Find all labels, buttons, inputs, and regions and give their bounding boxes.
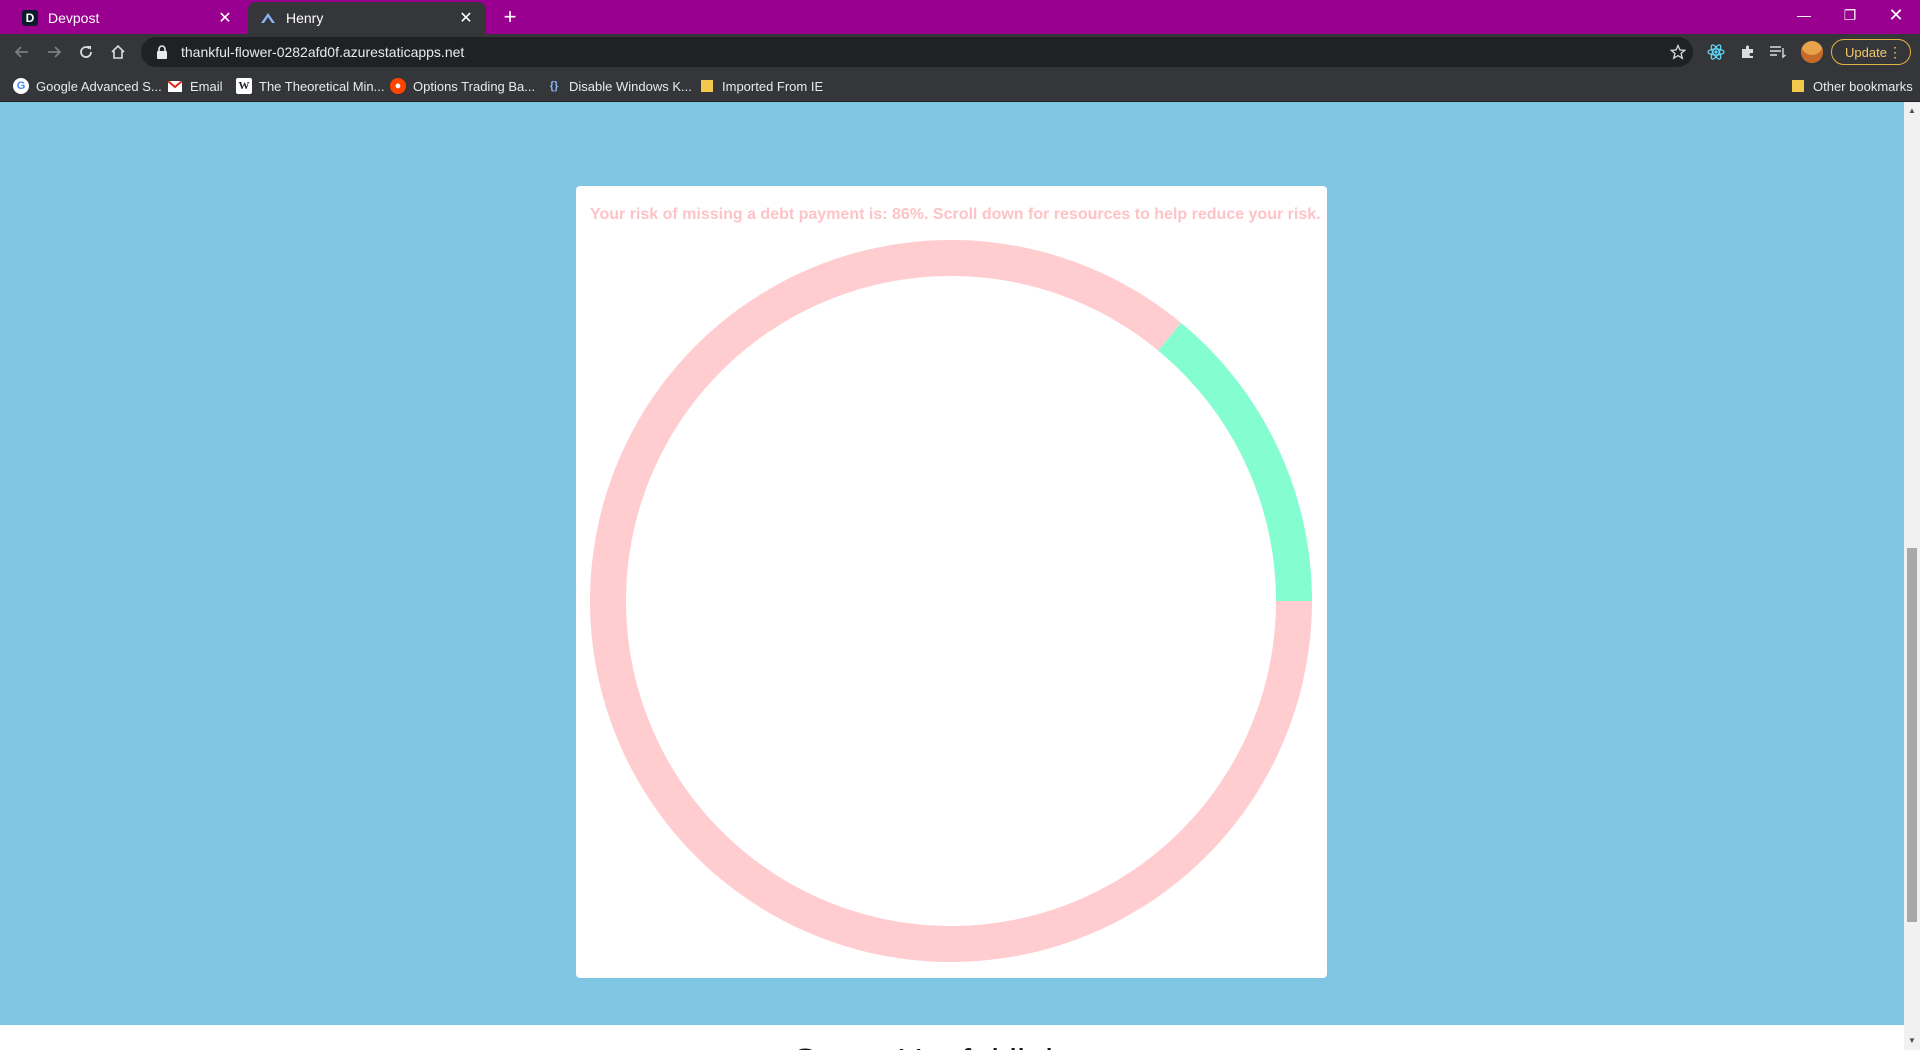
lock-icon [155,45,169,59]
useful-links-heading: Some Useful links [793,1041,1081,1050]
close-icon[interactable]: ✕ [217,8,233,28]
google-icon: G [13,78,29,94]
profile-avatar[interactable] [1801,41,1823,63]
extensions-puzzle-icon[interactable] [1736,40,1760,64]
folder-icon [699,78,715,94]
risk-donut-chart [589,239,1312,962]
bookmark-label: Imported From IE [722,78,824,94]
url-text: thankful-flower-0282afd0f.azurestaticapp… [181,44,465,60]
page-viewport: Your risk of missing a debt payment is: … [0,102,1904,1050]
tab-title: Devpost [48,10,100,26]
restore-button[interactable]: ❐ [1827,0,1873,30]
close-window-button[interactable]: ✕ [1873,0,1919,30]
address-bar[interactable]: thankful-flower-0282afd0f.azurestaticapp… [141,37,1693,67]
bracket-icon: {} [549,80,559,92]
forward-arrow-icon [48,46,62,58]
forward-button[interactable] [40,38,68,66]
scrollbar-thumb[interactable] [1907,548,1917,922]
other-bookmarks[interactable]: Other bookmarks [1790,76,1913,96]
tab-title: Henry [286,10,324,26]
update-label: Update [1845,44,1887,60]
back-button[interactable] [8,38,36,66]
close-icon[interactable]: ✕ [458,8,474,28]
bookmark-imported-from-ie[interactable]: Imported From IE [699,76,823,96]
page-scrollbar[interactable]: ▲ ▼ [1904,102,1920,1050]
tab-henry[interactable]: Henry ✕ [248,2,486,34]
reading-list-icon[interactable] [1766,40,1790,64]
scroll-down-arrow-icon[interactable]: ▼ [1907,1036,1917,1046]
menu-dots-icon: ⋮ [1888,44,1902,60]
bookmark-label: Email [190,78,223,94]
other-bookmarks-label: Other bookmarks [1813,78,1913,94]
risk-card: Your risk of missing a debt payment is: … [576,186,1327,978]
browser-toolbar: thankful-flower-0282afd0f.azurestaticapp… [0,34,1920,70]
donut-slice-1[interactable] [1158,322,1312,601]
reddit-icon: ● [390,78,406,94]
useful-links-section: Some Useful links [0,1025,1904,1050]
bookmark-google-advanced[interactable]: G Google Advanced S... [13,76,162,96]
folder-icon [1790,78,1806,94]
bookmark-options-trading[interactable]: ● Options Trading Ba... [390,76,535,96]
bookmark-label: Google Advanced S... [36,78,162,94]
home-button[interactable] [104,38,132,66]
bookmarks-bar: G Google Advanced S... Email W The Theor… [0,70,1920,102]
bookmark-star-icon[interactable] [1663,44,1693,60]
home-icon [111,44,125,59]
bookmark-label: Disable Windows K... [569,78,692,94]
update-button[interactable]: Update ⋮ [1831,39,1911,65]
gmail-icon [167,78,183,94]
tab-devpost[interactable]: D Devpost ✕ [10,2,245,34]
react-devtools-icon[interactable] [1704,40,1728,64]
devpost-d-icon: D [22,10,38,26]
back-arrow-icon [14,46,28,58]
bookmark-label: The Theoretical Min... [259,78,385,94]
reload-button[interactable] [72,38,100,66]
reload-icon [80,46,92,58]
henry-logo-icon [260,10,276,26]
scroll-up-arrow-icon[interactable]: ▲ [1907,106,1917,116]
bookmark-theoretical-min[interactable]: W The Theoretical Min... [236,76,384,96]
risk-message: Your risk of missing a debt payment is: … [590,206,1321,223]
tab-strip: D Devpost ✕ Henry ✕ + — ❐ ✕ [0,0,1920,34]
bookmark-disable-windows[interactable]: {} Disable Windows K... [546,76,692,96]
wikipedia-icon: W [236,78,252,94]
bookmark-label: Options Trading Ba... [413,78,536,94]
new-tab-button[interactable]: + [497,4,523,30]
bookmark-email[interactable]: Email [167,76,223,96]
minimize-button[interactable]: — [1781,0,1827,30]
